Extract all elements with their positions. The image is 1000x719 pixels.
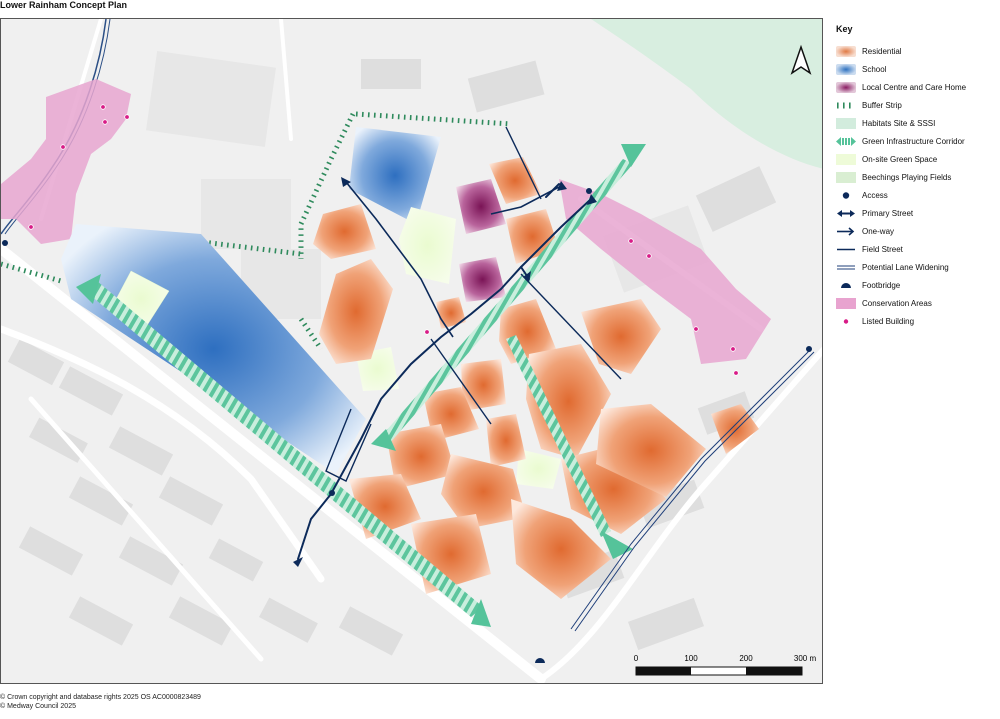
key-item-label: Field Street [862, 244, 903, 254]
key-title: Key [836, 24, 853, 34]
key-item-label: Local Centre and Care Home [862, 82, 967, 92]
field-street-symbol-icon [836, 244, 856, 255]
copyright-line-os: © Crown copyright and database rights 20… [0, 694, 201, 701]
key-item-buffer-strip: Buffer Strip [836, 96, 996, 114]
primary-street-symbol-icon [836, 208, 856, 219]
key-item-label: On-site Green Space [862, 154, 938, 164]
key-item-footbridge: Footbridge [836, 276, 996, 294]
key-item-label: Green Infrastructure Corridor [862, 136, 965, 146]
lane-widening-symbol-icon [836, 262, 856, 273]
listed-building-symbol-icon [836, 316, 856, 327]
playing-fields-symbol-icon [836, 171, 856, 183]
key-item-residential: Residential [836, 42, 996, 60]
key-item-conservation: Conservation Areas [836, 294, 996, 312]
key-item-access: Access [836, 186, 996, 204]
residential-symbol-icon [836, 45, 856, 57]
local-centre-symbol-icon [836, 81, 856, 93]
copyright-line-medway: © Medway Council 2025 [0, 703, 76, 710]
key-item-field-street: Field Street [836, 240, 996, 258]
access-symbol-icon [836, 190, 856, 201]
scale-label-0: 0 [634, 654, 639, 663]
scale-label-200: 200 [739, 654, 753, 663]
habitats-symbol-icon [836, 117, 856, 129]
key-item-green-space: On-site Green Space [836, 150, 996, 168]
buffer-strip-symbol-icon [836, 100, 856, 111]
key-item-label: Conservation Areas [862, 298, 932, 308]
key-item-lane-widening: Potential Lane Widening [836, 258, 996, 276]
key-item-label: Potential Lane Widening [862, 262, 949, 272]
key-item-label: Listed Building [862, 316, 915, 326]
key-item-school: School [836, 60, 996, 78]
key-item-label: One-way [862, 226, 895, 236]
key-item-playing-fields: Beechings Playing Fields [836, 168, 996, 186]
key-item-label: Residential [862, 46, 902, 56]
school-symbol-icon [836, 63, 856, 75]
footbridge-symbol-icon [836, 280, 856, 291]
map-key: Key Residential School Local Centre and Ca… [836, 24, 996, 330]
key-item-label: Buffer Strip [862, 100, 902, 110]
key-item-gi-corridor: Green Infrastructure Corridor [836, 132, 996, 150]
key-item-label: Primary Street [862, 208, 914, 218]
key-item-label: School [862, 64, 887, 74]
copyright-footer: © Crown copyright and database rights 20… [0, 693, 201, 711]
map-title: Lower Rainham Concept Plan [0, 0, 128, 10]
key-item-listed-building: Listed Building [836, 312, 996, 330]
key-item-label: Access [862, 190, 888, 200]
scale-label-300: 300 m [794, 654, 817, 663]
gi-corridor-symbol-icon [836, 136, 856, 147]
key-item-primary-street: Primary Street [836, 204, 996, 222]
key-item-local-centre: Local Centre and Care Home [836, 78, 996, 96]
green-space-symbol-icon [836, 153, 856, 165]
key-item-label: Beechings Playing Fields [862, 172, 952, 182]
key-item-one-way: One-way [836, 222, 996, 240]
key-item-habitats: Habitats Site & SSSI [836, 114, 996, 132]
conservation-symbol-icon [836, 297, 856, 309]
one-way-symbol-icon [836, 226, 856, 237]
key-item-label: Footbridge [862, 280, 901, 290]
scale-label-100: 100 [684, 654, 698, 663]
map-canvas[interactable]: 0 100 200 300 m [0, 18, 823, 684]
key-item-label: Habitats Site & SSSI [862, 118, 936, 128]
